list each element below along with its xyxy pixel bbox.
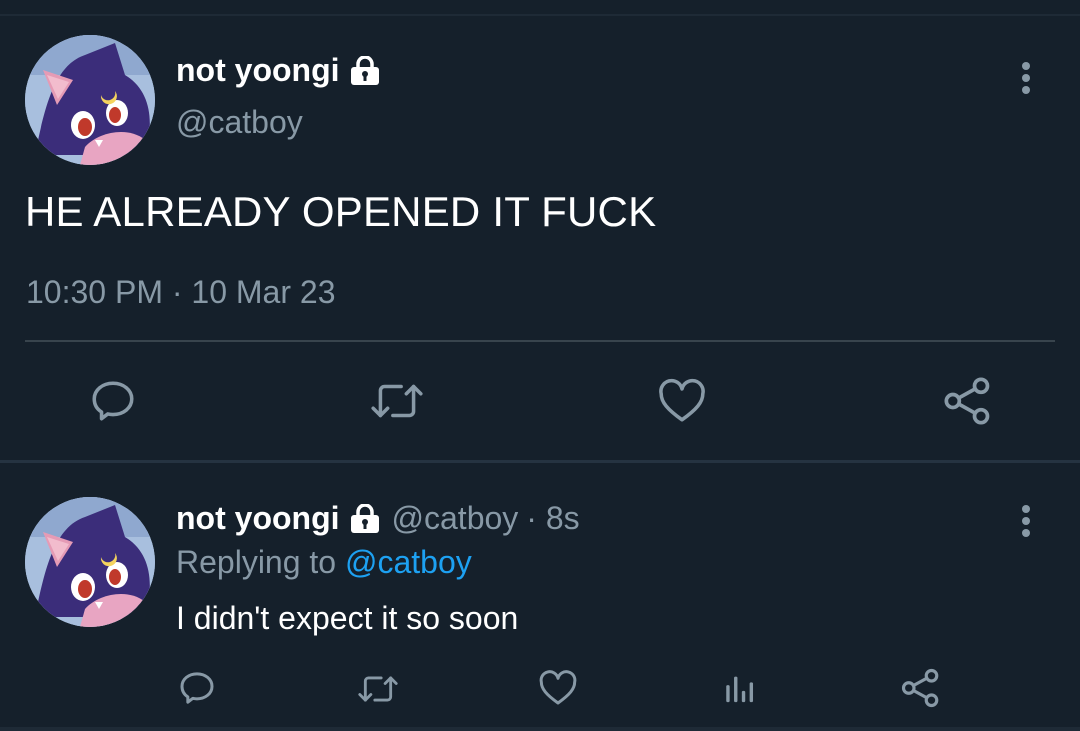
like-icon[interactable]: [538, 669, 578, 707]
lock-icon: [348, 54, 382, 86]
mention-link[interactable]: @catboy: [345, 544, 472, 580]
reply-text: I didn't expect it so soon: [176, 600, 519, 636]
reply-name-row: not yoongi @catboy · 8s: [176, 500, 580, 537]
lock-icon: [348, 502, 382, 534]
more-options-icon[interactable]: [1020, 505, 1032, 541]
display-name[interactable]: not yoongi: [176, 500, 340, 537]
retweet-icon[interactable]: [355, 670, 401, 708]
cat-avatar-image: [25, 35, 155, 165]
relative-time: · 8s: [526, 500, 580, 536]
analytics-icon[interactable]: [722, 671, 756, 705]
handle[interactable]: @catboy: [392, 500, 519, 537]
top-separator: [0, 14, 1080, 16]
tweet-divider: [0, 460, 1080, 463]
avatar[interactable]: [25, 497, 155, 627]
handle[interactable]: @catboy: [176, 104, 303, 141]
bottom-separator: [0, 727, 1080, 731]
share-icon[interactable]: [942, 375, 994, 427]
replying-to: Replying to @catboy: [176, 544, 472, 581]
timestamp[interactable]: 10:30 PM · 10 Mar 23: [26, 274, 335, 311]
tweet-text: HE ALREADY OPENED IT FUCK: [25, 188, 657, 235]
main-name-row: not yoongi: [176, 52, 382, 89]
share-icon[interactable]: [900, 667, 942, 709]
cat-avatar-image: [25, 497, 155, 627]
avatar[interactable]: [25, 35, 155, 165]
like-icon[interactable]: [657, 377, 707, 425]
reply-icon[interactable]: [177, 668, 217, 708]
reply-icon[interactable]: [88, 376, 138, 426]
replying-to-label: Replying to: [176, 544, 337, 580]
retweet-icon[interactable]: [368, 376, 426, 426]
more-options-icon[interactable]: [1020, 62, 1032, 98]
display-name[interactable]: not yoongi: [176, 52, 340, 89]
separator: [25, 340, 1055, 342]
